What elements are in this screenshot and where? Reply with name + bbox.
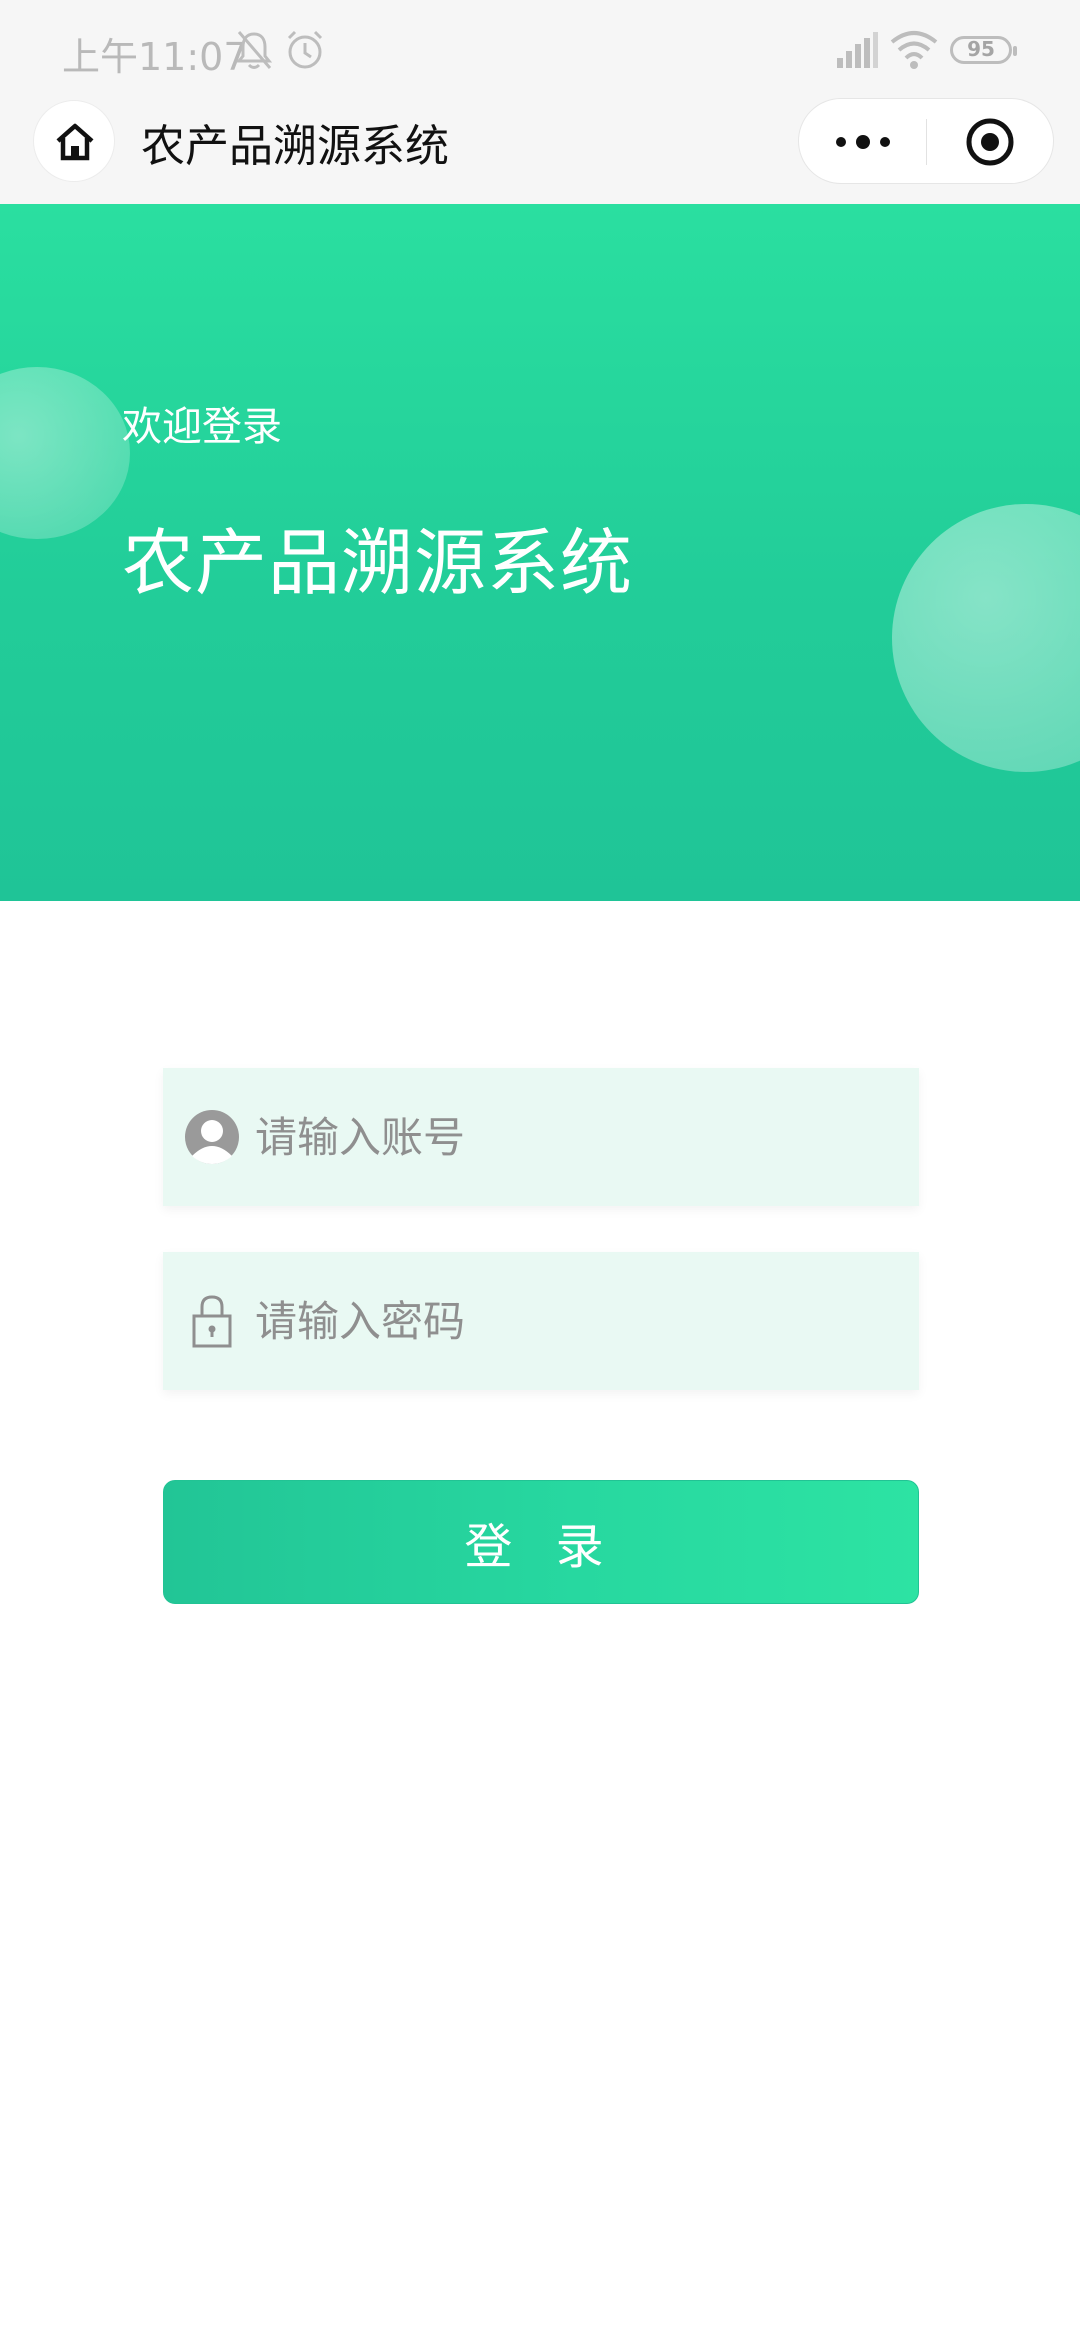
- login-button[interactable]: 登 录: [163, 1480, 919, 1604]
- decorative-bubble-right: [892, 504, 1080, 772]
- lock-icon: [192, 1295, 232, 1348]
- alarm-icon: [287, 30, 323, 69]
- account-input[interactable]: [255, 1068, 895, 1206]
- signal-icon: [837, 32, 878, 68]
- user-avatar-icon: [185, 1110, 239, 1164]
- nav-title: 农产品溯源系统: [141, 121, 449, 172]
- wifi-icon: [890, 31, 938, 69]
- password-input[interactable]: [255, 1252, 895, 1390]
- close-icon: [966, 118, 1014, 166]
- hero-banner: 欢迎登录 农产品溯源系统: [0, 204, 1080, 901]
- more-icon: [836, 135, 890, 149]
- mini-program-capsule: [798, 98, 1054, 184]
- status-bar: 上午11:07 95: [0, 0, 1080, 100]
- status-time: 上午11:07: [62, 35, 248, 79]
- hero-title: 农产品溯源系统: [122, 521, 634, 605]
- home-button[interactable]: [33, 100, 115, 182]
- bell-muted-icon: [235, 31, 273, 69]
- hero-welcome-text: 欢迎登录: [122, 404, 282, 450]
- battery-icon: 95: [950, 36, 1017, 64]
- more-button[interactable]: [799, 99, 926, 185]
- account-field: [163, 1068, 919, 1206]
- close-button[interactable]: [927, 99, 1053, 185]
- battery-level: 95: [967, 37, 995, 61]
- login-page: 上午11:07 95 农产品溯源系统 欢迎登录 农产品溯源系统 请输入账号 登 …: [0, 0, 1080, 2340]
- decorative-bubble-left: [0, 367, 130, 539]
- password-field: [163, 1252, 919, 1390]
- nav-bar: 农产品溯源系统: [0, 98, 1080, 204]
- home-icon: [56, 123, 94, 161]
